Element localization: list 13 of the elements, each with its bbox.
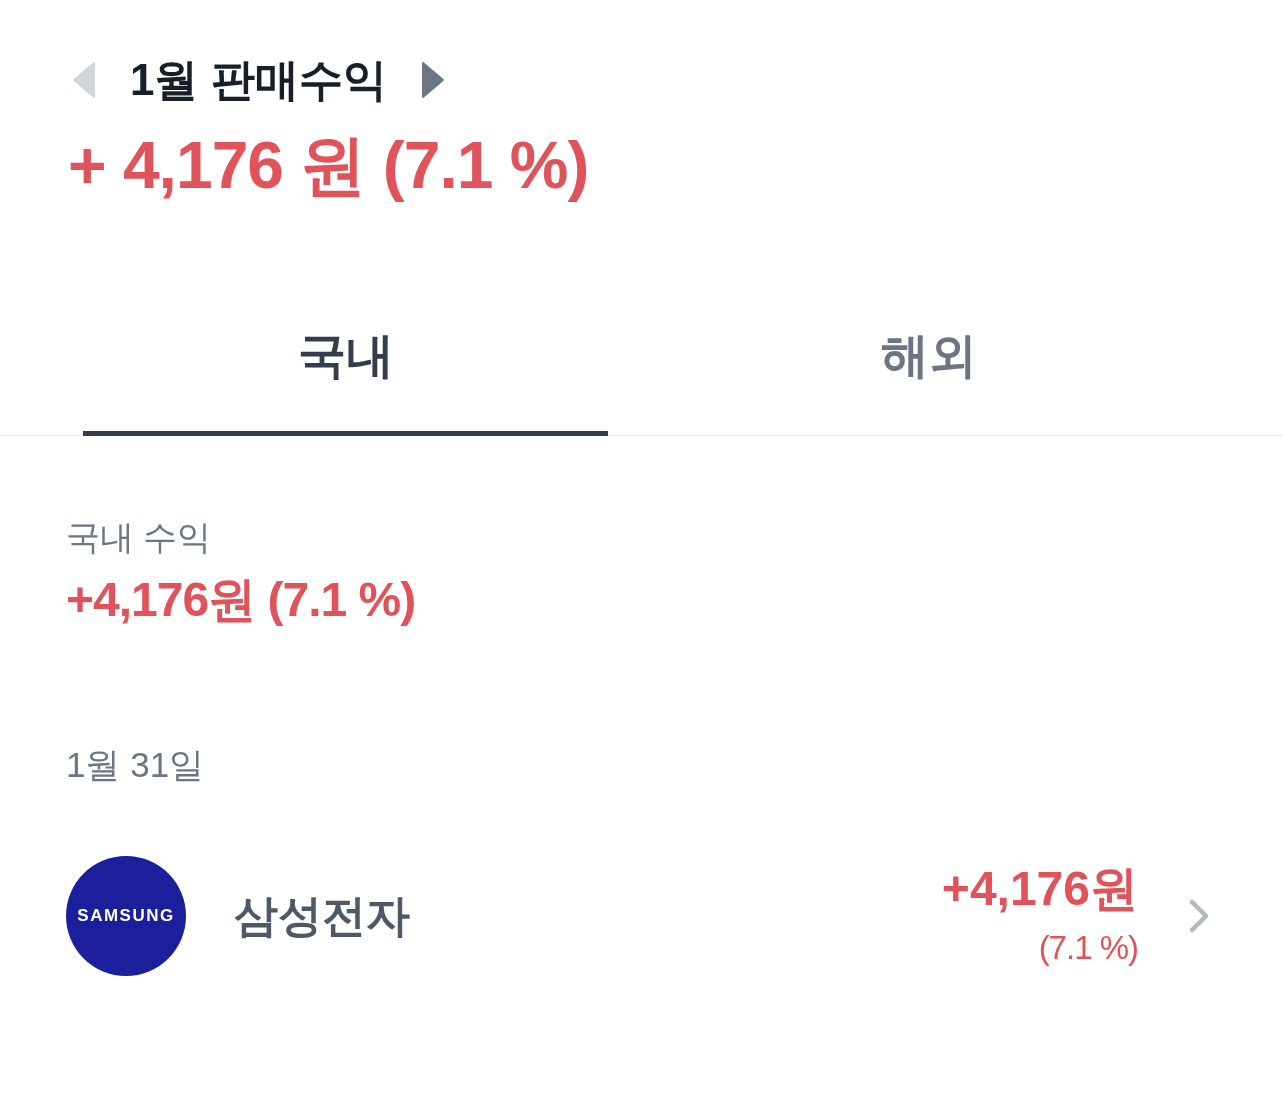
chevron-right-icon[interactable]	[1188, 899, 1210, 933]
total-profit: + 4,176 원 (7.1 %)	[68, 127, 589, 204]
page-title: 1월 판매수익	[130, 54, 387, 106]
section-profit: +4,176원 (7.1 %)	[66, 572, 416, 628]
stock-name[interactable]: 삼성전자	[234, 888, 410, 944]
tab[interactable]: 국내	[83, 300, 608, 436]
date-label: 1월 31일	[66, 744, 205, 786]
company-logo: SAMSUNG	[66, 856, 186, 976]
tab[interactable]: 해외	[608, 300, 1250, 436]
triangle-right-icon[interactable]	[421, 62, 444, 98]
profit-rate: (7.1 %)	[1038, 928, 1138, 968]
section-label: 국내 수익	[66, 517, 212, 558]
profit-amount: +4,176원	[941, 863, 1138, 915]
